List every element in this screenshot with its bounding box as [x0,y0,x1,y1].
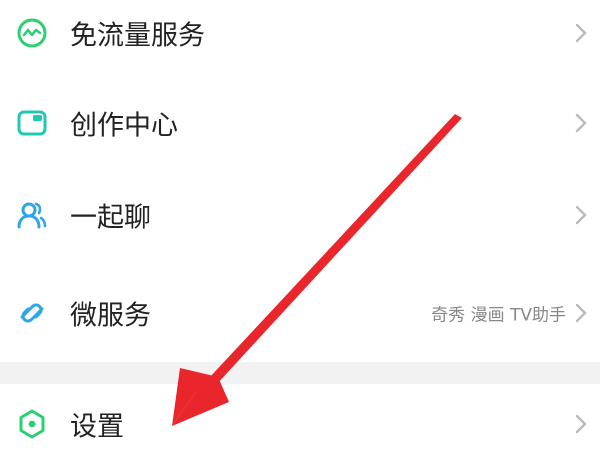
chevron-right-icon [574,112,588,134]
chevron-right-icon [574,204,588,226]
free-data-icon [16,17,48,49]
menu-item-label: 微服务 [70,300,151,332]
micro-service-shortcuts: 奇秀 漫画 TV助手 [431,305,566,326]
menu-item-label: 一起聊 [70,202,151,234]
chevron-right-icon [574,413,588,435]
section-divider [0,362,600,384]
menu-item-micro-service[interactable]: 微服务 奇秀 漫画 TV助手 [0,268,600,358]
micro-service-icon [16,297,48,329]
menu-item-label: 设置 [70,411,124,443]
menu-item-creator-center[interactable]: 创作中心 [0,78,600,168]
chat-together-icon [16,199,48,231]
menu-item-label: 免流量服务 [70,20,205,52]
menu-item-free-data[interactable]: 免流量服务 [0,0,600,78]
chevron-right-icon [574,302,588,324]
creator-center-icon [16,107,48,139]
menu-item-label: 创作中心 [70,110,178,142]
menu-item-chat-together[interactable]: 一起聊 [0,170,600,260]
menu-item-settings[interactable]: 设置 [0,384,600,464]
settings-icon [16,408,48,440]
chevron-right-icon [574,22,588,44]
